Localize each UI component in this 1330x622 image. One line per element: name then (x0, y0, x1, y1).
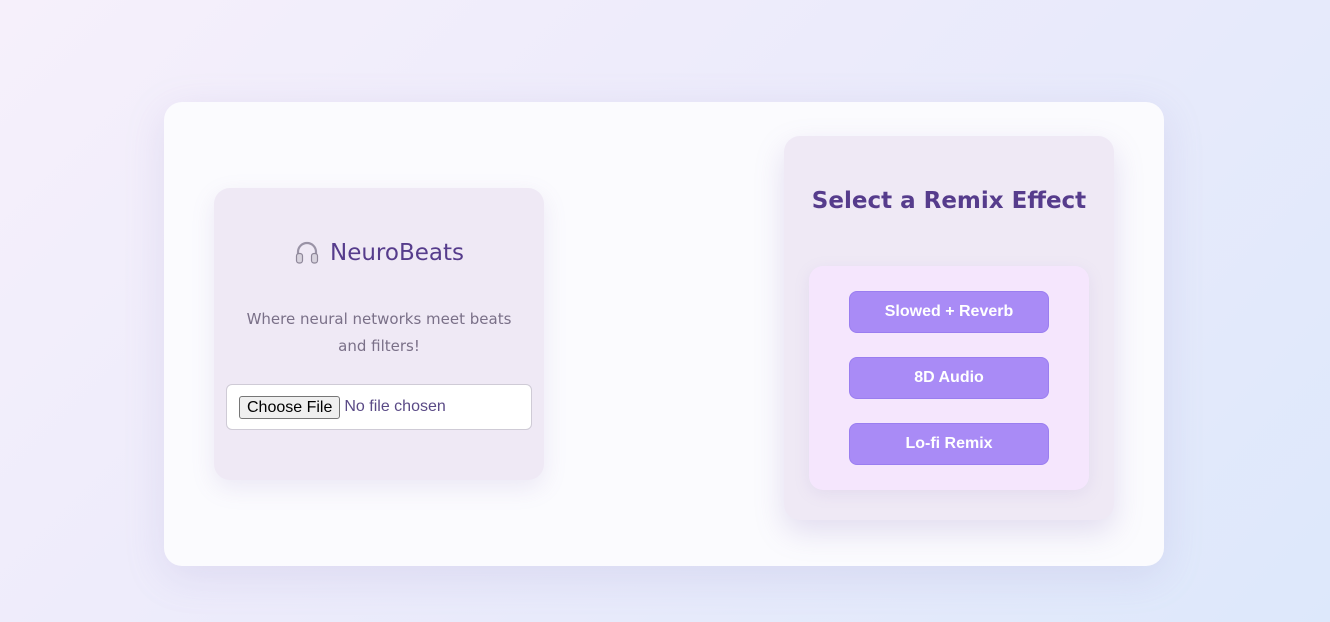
effects-panel: Select a Remix Effect Slowed + Reverb 8D… (784, 136, 1114, 520)
8d-audio-button[interactable]: 8D Audio (849, 357, 1049, 399)
effects-button-group: Slowed + Reverb 8D Audio Lo-fi Remix (809, 266, 1089, 490)
lofi-remix-button[interactable]: Lo-fi Remix (849, 423, 1049, 465)
brand-header: NeuroBeats (214, 240, 544, 266)
slowed-reverb-button[interactable]: Slowed + Reverb (849, 291, 1049, 333)
file-input[interactable]: Choose File No file chosen (226, 384, 532, 430)
headphones-icon (294, 240, 320, 266)
tagline: Where neural networks meet beats and fil… (246, 310, 512, 355)
app-title: NeuroBeats (330, 240, 464, 266)
effects-title: Select a Remix Effect (811, 188, 1087, 214)
upload-panel: NeuroBeats Where neural networks meet be… (214, 188, 544, 480)
file-status-text: No file chosen (344, 398, 446, 415)
main-card: NeuroBeats Where neural networks meet be… (164, 102, 1164, 566)
choose-file-button[interactable]: Choose File (239, 395, 341, 419)
